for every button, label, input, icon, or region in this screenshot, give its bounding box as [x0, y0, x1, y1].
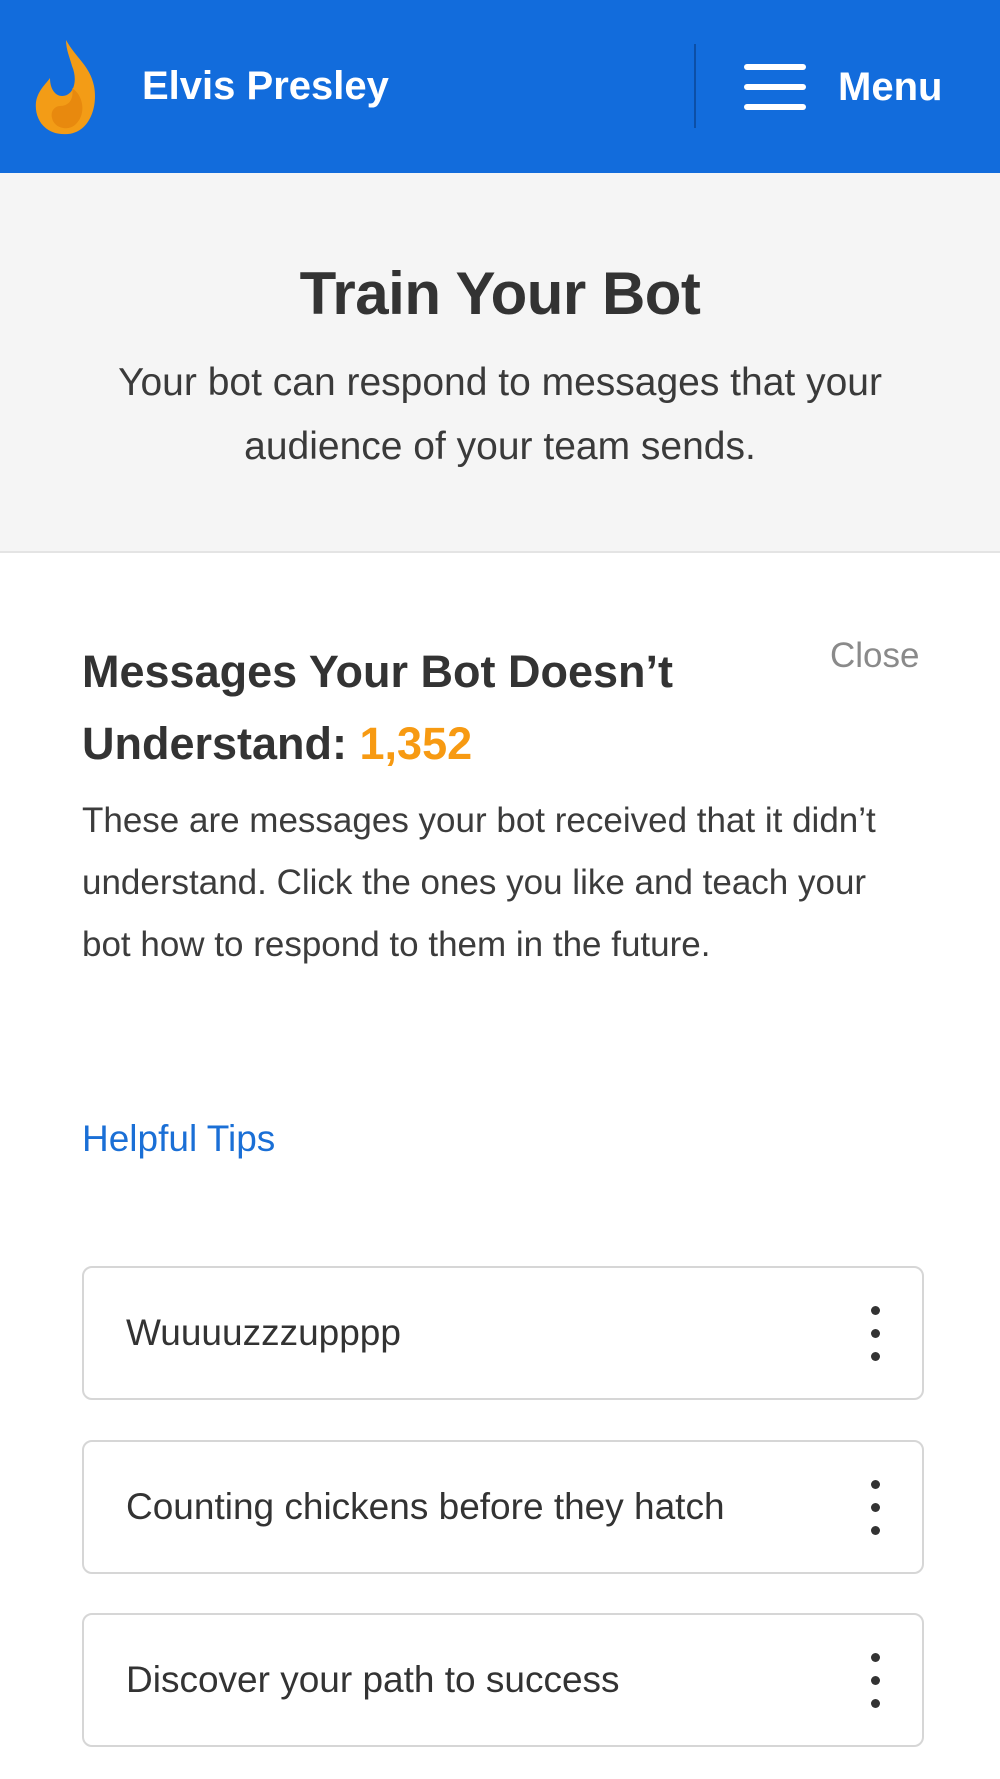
unrecognized-messages-title: Messages Your Bot Doesn’t Understand: 1,… [82, 636, 722, 780]
message-item[interactable]: Wuuuuzzzupppp [82, 1266, 924, 1400]
message-item[interactable]: Discover your path to success [82, 1613, 924, 1747]
more-options-icon[interactable] [868, 1653, 882, 1709]
description-text: These are messages your bot received tha… [82, 801, 876, 964]
close-button[interactable]: Close [830, 636, 919, 676]
message-text: Counting chickens before they hatch [126, 1486, 725, 1527]
hamburger-icon[interactable] [744, 62, 806, 112]
header-divider [694, 44, 696, 128]
page-subtitle: Your bot can respond to messages that yo… [118, 361, 882, 468]
helpful-tips-link[interactable]: Helpful Tips [82, 1118, 275, 1160]
page-title: Train Your Bot [299, 260, 701, 327]
more-options-icon[interactable] [868, 1480, 882, 1536]
hero-section: Train Your Bot Your bot can respond to m… [0, 173, 1000, 553]
top-bar: Elvis Presley Menu [0, 0, 1000, 173]
brand-name: Elvis Presley [142, 64, 389, 108]
flame-logo-icon[interactable] [32, 36, 108, 136]
message-count: 1,352 [359, 718, 473, 769]
menu-button[interactable]: Menu [744, 56, 942, 118]
message-text: Wuuuuzzzupppp [126, 1312, 401, 1353]
more-options-icon[interactable] [868, 1306, 882, 1362]
message-item[interactable]: Counting chickens before they hatch [82, 1440, 924, 1574]
menu-label[interactable]: Menu [838, 65, 942, 110]
message-text: Discover your path to success [126, 1659, 620, 1700]
